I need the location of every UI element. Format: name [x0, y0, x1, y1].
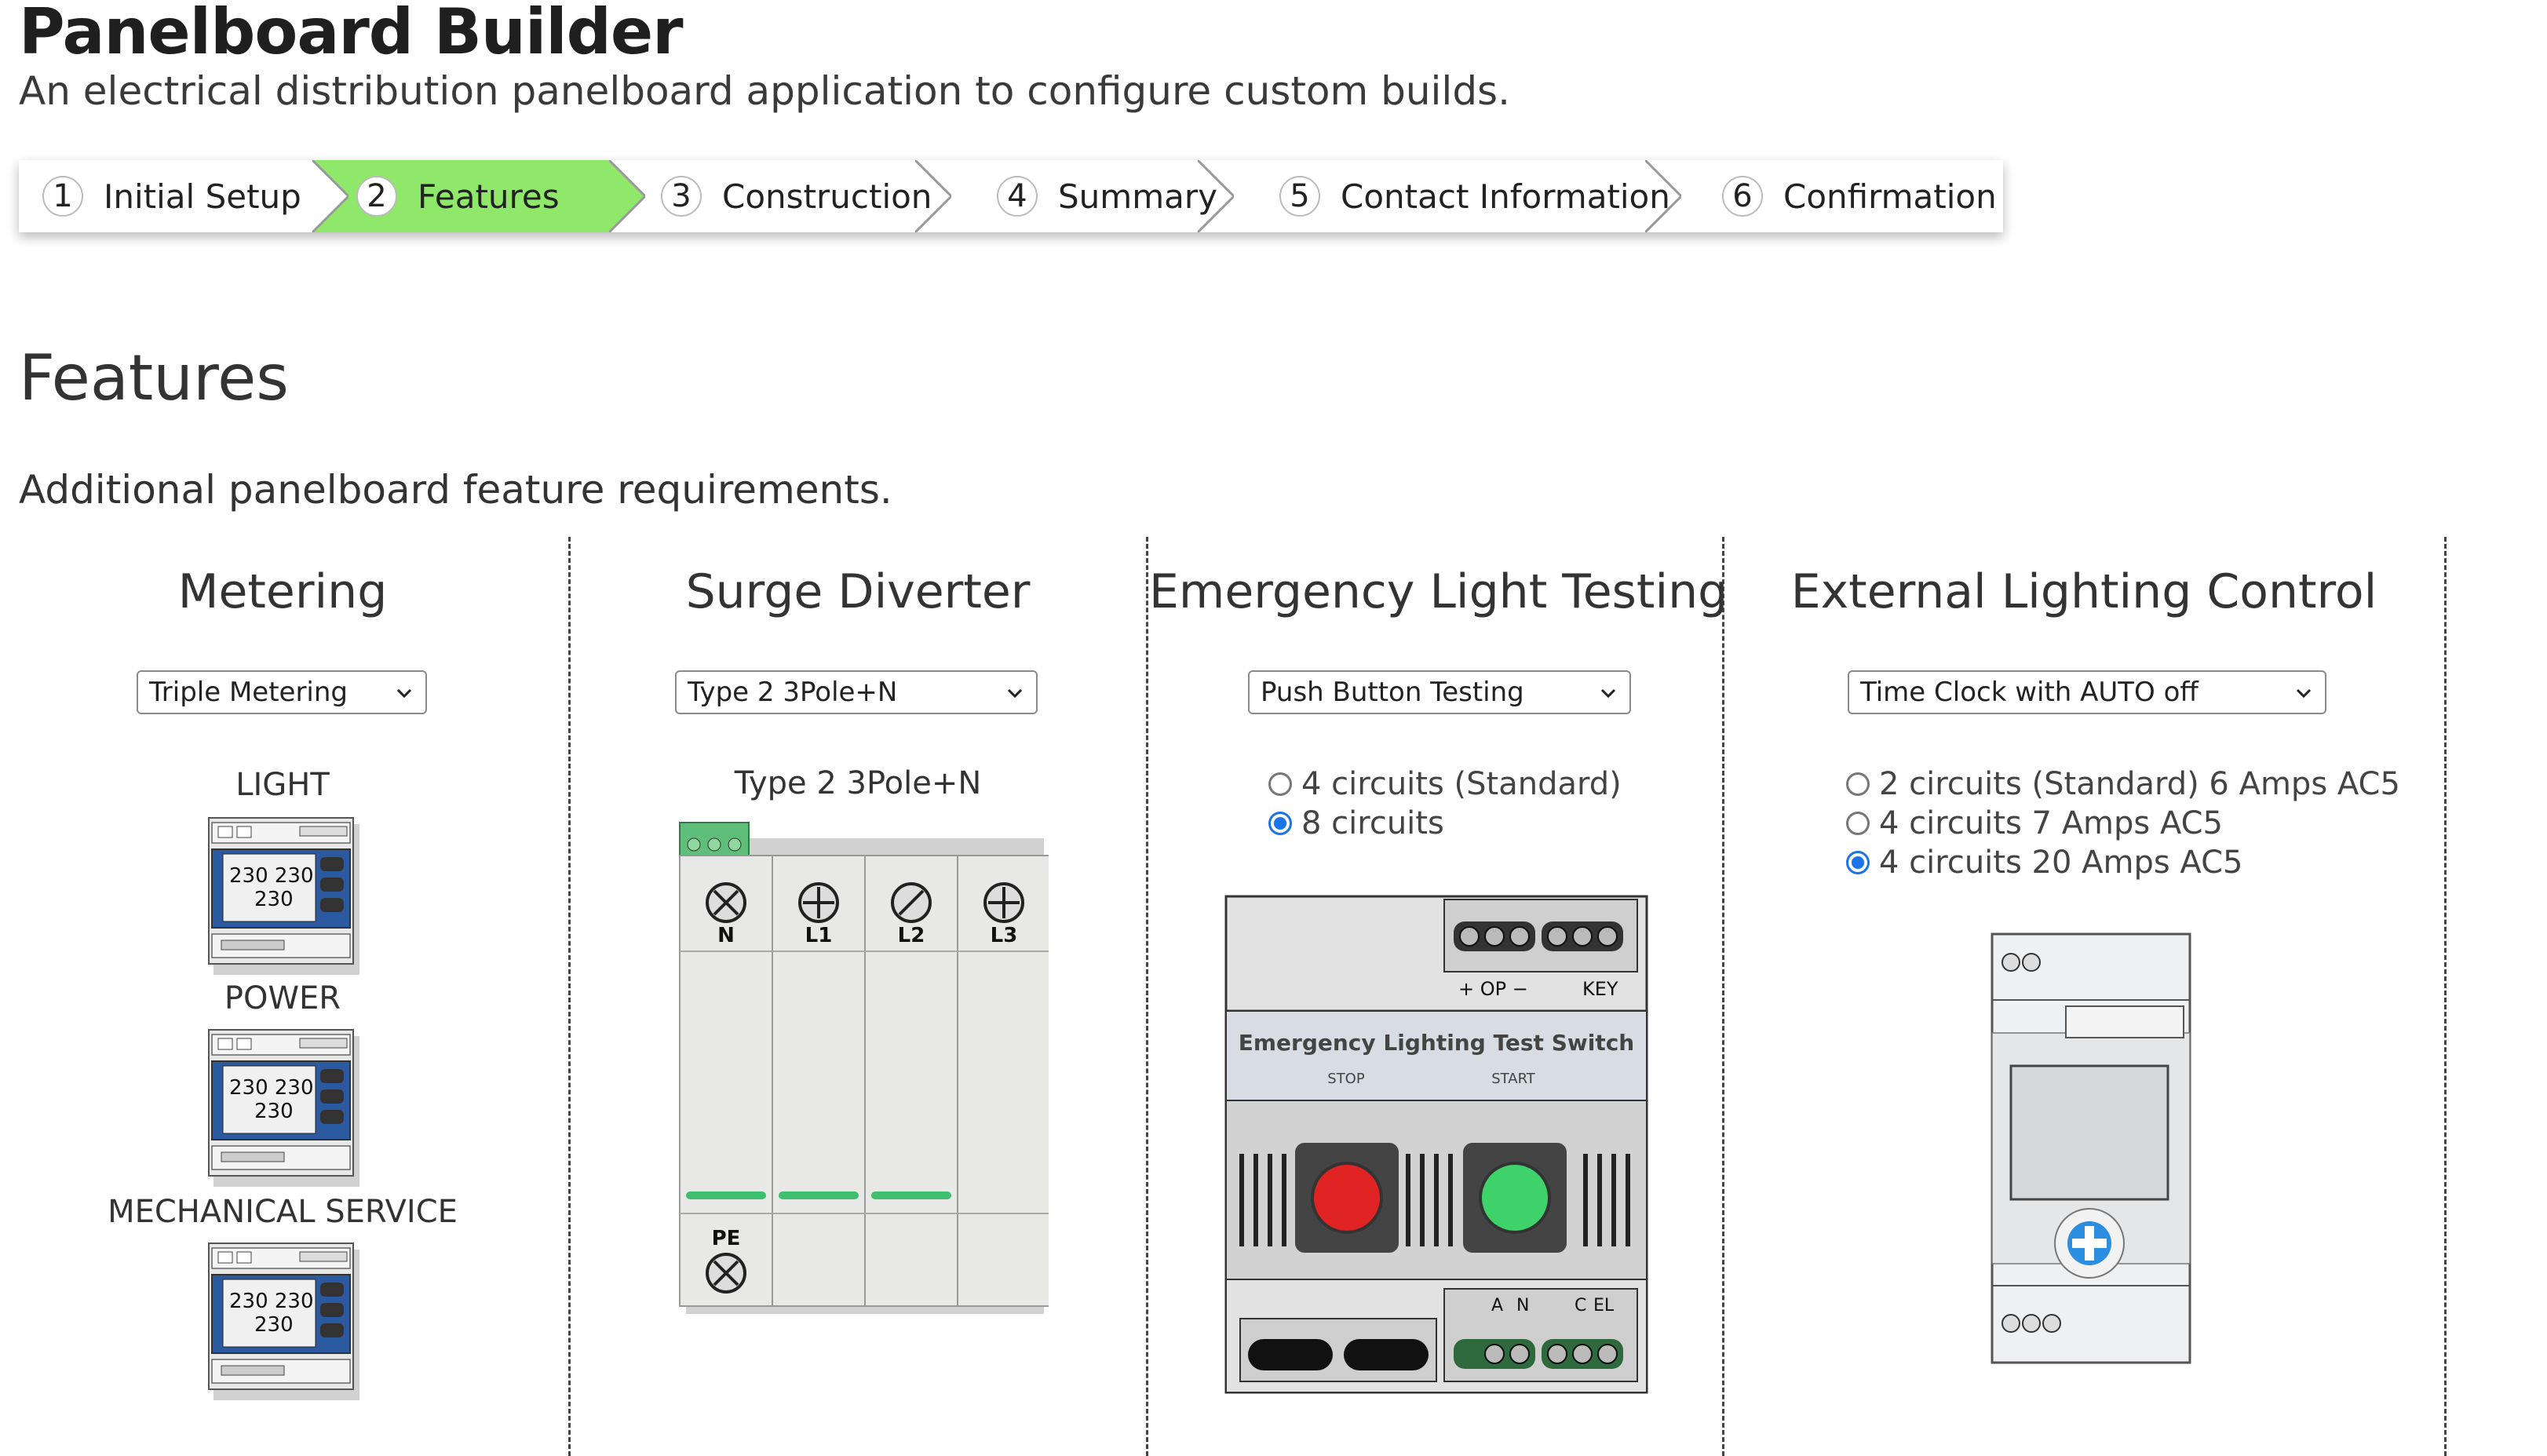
surge-diverter-image: N L1 L2 L3 PE: [679, 822, 1049, 1314]
top-terminal-label: + OP −: [1458, 978, 1528, 1000]
app-title: Panelboard Builder: [19, 0, 684, 68]
wizard-step-summary[interactable]: 4 Summary: [997, 160, 1217, 232]
bottom-terminal-c: C: [1575, 1296, 1586, 1316]
metering-column: Metering Triple Metering LIGHT POWER MEC…: [0, 537, 565, 1456]
step-number: 5: [1279, 176, 1320, 217]
meter-display-line1: 230 230: [229, 864, 314, 888]
emergency-testing-select[interactable]: Push Button Testing: [1248, 670, 1631, 714]
section-title: Features: [19, 341, 289, 414]
radio-label: 4 circuits (Standard): [1301, 766, 1622, 802]
radio-option-4-circuits[interactable]: 4 circuits (Standard): [1268, 764, 1622, 804]
time-clock-body: [1991, 932, 2191, 1364]
app-subtitle: An electrical distribution panelboard ap…: [19, 68, 1510, 114]
radio-label: 4 circuits 7 Amps AC5: [1879, 805, 2224, 841]
step-label: Initial Setup: [104, 177, 301, 216]
step-number: 3: [661, 176, 702, 217]
pe-label: PE: [712, 1227, 741, 1250]
external-select-value: Time Clock with AUTO off: [1860, 677, 2199, 708]
terminal-label-l2: L2: [898, 924, 925, 947]
meter-display-line2: 230: [254, 1313, 294, 1337]
meter-label-mechanical-service: MECHANICAL SERVICE: [108, 1194, 458, 1230]
emergency-light-testing-column: Emergency Light Testing Push Button Test…: [1149, 537, 1728, 1456]
radio-button[interactable]: [1846, 772, 1870, 796]
chevron-down-icon: [396, 688, 412, 699]
step-separator-chevron: [1198, 160, 1234, 232]
radio-option-2-circuits-6-amps[interactable]: 2 circuits (Standard) 6 Amps AC5: [1846, 764, 2400, 804]
stop-label: STOP: [1327, 1071, 1365, 1087]
step-separator-chevron: [312, 160, 348, 232]
wizard-step-initial-setup[interactable]: 1 Initial Setup: [42, 160, 301, 232]
radio-option-4-circuits-7-amps[interactable]: 4 circuits 7 Amps AC5: [1846, 804, 2223, 843]
step-separator-chevron: [609, 160, 645, 232]
radio-button[interactable]: [1846, 812, 1870, 835]
metering-select-value: Triple Metering: [149, 677, 348, 708]
step-number: 1: [42, 176, 83, 217]
meter-label-light: LIGHT: [235, 767, 330, 803]
metering-select[interactable]: Triple Metering: [137, 670, 427, 714]
terminal-label-n: N: [717, 924, 735, 947]
meter-display-line1: 230 230: [229, 1290, 314, 1313]
stop-button-light: [1311, 1162, 1383, 1234]
surge-diverter-select[interactable]: Type 2 3Pole+N: [675, 670, 1038, 714]
step-label: Features: [418, 177, 560, 216]
wizard-step-features[interactable]: 2 Features: [312, 160, 609, 232]
external-lighting-select[interactable]: Time Clock with AUTO off: [1848, 670, 2326, 714]
radio-label: 4 circuits 20 Amps AC5: [1879, 845, 2243, 881]
step-label: Contact Information: [1341, 177, 1670, 216]
emergency-test-switch-image: + OP − KEY Emergency Lighting Test Switc…: [1224, 895, 1648, 1394]
energy-meter-image: 230 230 230: [208, 1243, 359, 1400]
bottom-terminal-a: A: [1491, 1296, 1503, 1316]
column-divider: [1722, 537, 1724, 1456]
chevron-down-icon: [2296, 688, 2312, 699]
energy-meter-image: 230 230 230: [208, 1029, 359, 1187]
terminal-label-l1: L1: [805, 924, 833, 947]
chevron-down-icon: [1007, 688, 1023, 699]
plate-title: Emergency Lighting Test Switch: [1239, 1030, 1635, 1056]
meter-display-line1: 230 230: [229, 1076, 314, 1100]
wizard-step-construction[interactable]: 3 Construction: [661, 160, 932, 232]
step-number: 4: [997, 176, 1038, 217]
column-divider: [568, 537, 571, 1456]
external-lighting-control-title: External Lighting Control: [1790, 564, 2377, 619]
wizard-step-contact-information[interactable]: 5 Contact Information: [1279, 160, 1670, 232]
energy-meter-image: 230 230 230: [208, 817, 359, 975]
section-description: Additional panelboard feature requiremen…: [19, 467, 892, 513]
column-divider: [2444, 537, 2447, 1456]
bottom-terminal-n: N: [1516, 1296, 1529, 1316]
column-divider: [1146, 537, 1148, 1456]
step-number: 6: [1722, 176, 1763, 217]
radio-button-selected[interactable]: [1846, 851, 1870, 874]
chevron-down-icon: [1600, 688, 1616, 699]
emergency-light-testing-title: Emergency Light Testing: [1149, 564, 1728, 619]
radio-label: 2 circuits (Standard) 6 Amps AC5: [1879, 766, 2400, 802]
bottom-terminal-el: EL: [1593, 1296, 1615, 1316]
start-label: START: [1491, 1071, 1536, 1087]
radio-button-selected[interactable]: [1268, 812, 1292, 835]
wizard-step-confirmation[interactable]: 6 Confirmation: [1722, 160, 1997, 232]
metering-title: Metering: [177, 564, 388, 619]
start-button-light: [1479, 1162, 1551, 1234]
surge-image-label: Type 2 3Pole+N: [734, 765, 982, 801]
meter-display-line2: 230: [254, 888, 294, 911]
step-label: Confirmation: [1783, 177, 1997, 216]
radio-option-8-circuits[interactable]: 8 circuits: [1268, 804, 1444, 843]
meter-display-line2: 230: [254, 1100, 294, 1123]
step-separator-chevron: [1645, 160, 1681, 232]
step-label: Summary: [1058, 177, 1217, 216]
surge-select-value: Type 2 3Pole+N: [688, 677, 898, 708]
step-number: 2: [356, 176, 397, 217]
surge-diverter-column: Surge Diverter Type 2 3Pole+N Type 2 3Po…: [571, 537, 1144, 1456]
step-label: Construction: [722, 177, 932, 216]
radio-label: 8 circuits: [1301, 805, 1444, 841]
terminal-label-l3: L3: [991, 924, 1018, 947]
step-separator-chevron: [915, 160, 951, 232]
radio-option-4-circuits-20-amps[interactable]: 4 circuits 20 Amps AC5: [1846, 843, 2242, 882]
wizard-steps: 1 Initial Setup 2 Features 3 Constructio…: [19, 160, 2003, 232]
surge-diverter-title: Surge Diverter: [685, 564, 1031, 619]
key-label: KEY: [1582, 978, 1618, 1000]
radio-button[interactable]: [1268, 772, 1292, 796]
external-lighting-control-column: External Lighting Control Time Clock wit…: [1725, 537, 2443, 1456]
meter-label-power: POWER: [224, 980, 341, 1016]
emergency-select-value: Push Button Testing: [1261, 677, 1524, 708]
